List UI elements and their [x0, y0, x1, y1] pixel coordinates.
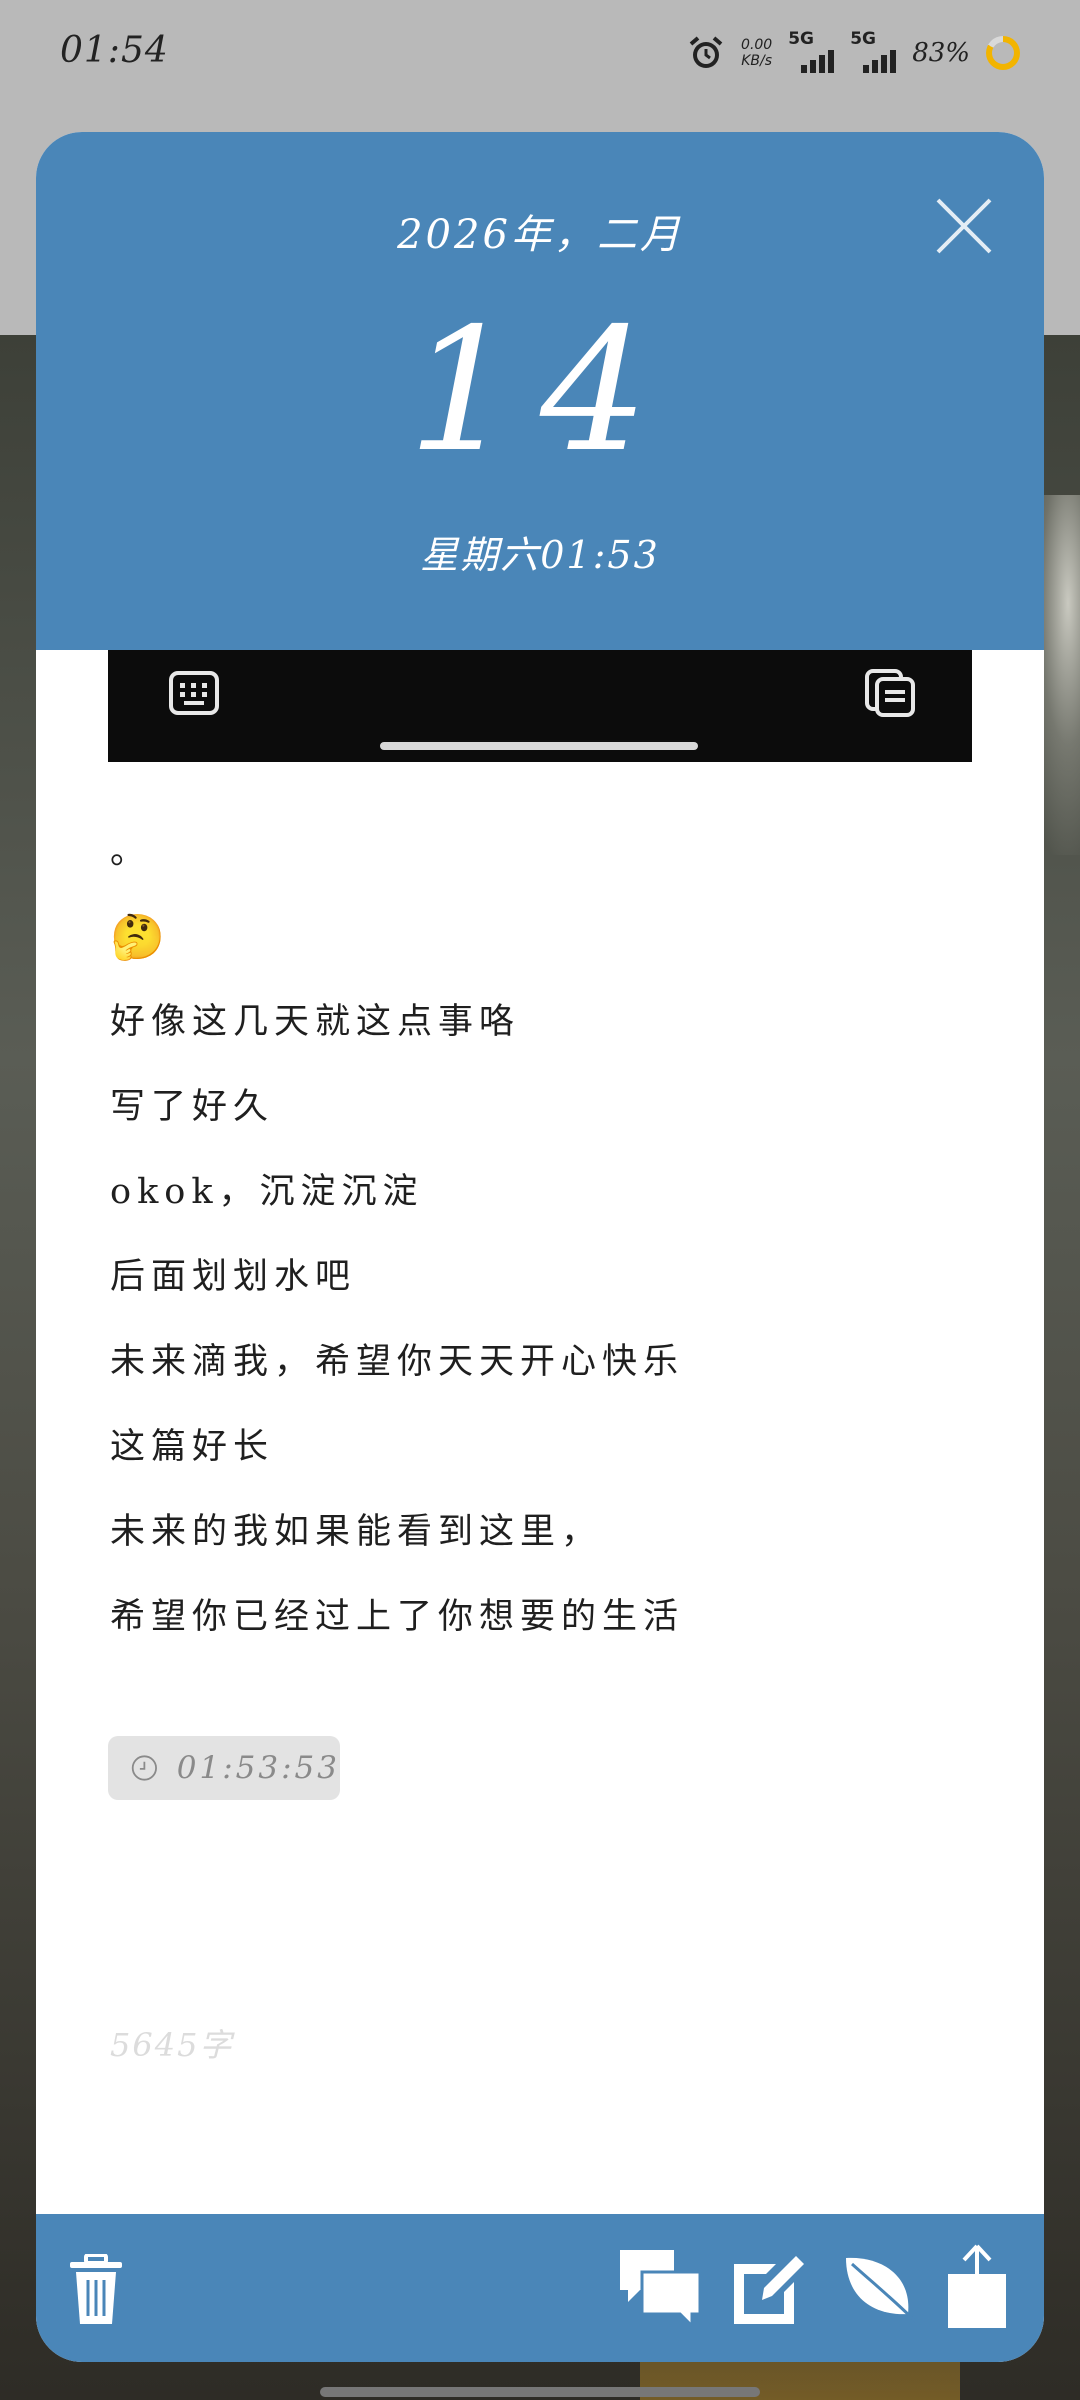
status-time: 01:54	[60, 30, 169, 71]
keyboard-icon	[169, 671, 219, 715]
status-icons: 0.00 KB/s 5G 5G 83%	[687, 28, 1020, 78]
clipboard-icon	[865, 669, 915, 717]
edit-icon[interactable]	[732, 2250, 808, 2326]
entry-line: 好像这几天就这点事咯	[110, 1002, 521, 1042]
day-number: 14	[407, 292, 673, 490]
alarm-icon	[689, 36, 723, 68]
timestamp-text: 01:53:53	[176, 1750, 340, 1786]
share-icon[interactable]	[946, 2244, 1008, 2328]
chat-icon[interactable]	[618, 2248, 702, 2328]
home-indicator	[380, 742, 698, 750]
entry-line: 后面划划水吧	[110, 1257, 357, 1297]
status-bar: 01:54 0.00 KB/s 5G 5G 83%	[0, 0, 1080, 110]
weekday-time: 星期六01:53	[420, 533, 660, 577]
entry-line: 希望你已经过上了你想要的生活	[110, 1597, 685, 1637]
clock-icon	[131, 1755, 157, 1781]
word-count: 5645字	[110, 2026, 234, 2064]
signal-icon: 5G	[850, 29, 897, 73]
network-speed-value: 0.00	[741, 37, 773, 53]
entry-line: 未来滴我，希望你天天开心快乐	[110, 1342, 685, 1382]
signal-icon: 5G	[788, 29, 835, 73]
battery-ring-icon	[986, 36, 1020, 70]
month-title: 2026年，二月	[397, 212, 683, 258]
embedded-screenshot	[108, 650, 972, 762]
bottom-toolbar	[36, 2214, 1044, 2362]
battery-percent: 83%	[912, 38, 970, 68]
close-icon[interactable]	[932, 194, 996, 258]
entry-line: 写了好久	[110, 1087, 275, 1127]
network-speed-unit: KB/s	[741, 53, 773, 69]
sim1-label: 5G	[788, 29, 814, 49]
entry-line: 这篇好长	[110, 1427, 275, 1467]
trash-icon[interactable]	[68, 2254, 124, 2326]
entry-line-emoji: 🤔	[110, 912, 171, 963]
timestamp-chip[interactable]: 01:53:53	[108, 1736, 340, 1800]
date-header: 2026年，二月 14 星期六01:53	[36, 132, 1044, 650]
entry-line: 未来的我如果能看到这里，	[110, 1512, 603, 1552]
diary-card: 2026年，二月 14 星期六01:53 。 🤔 好像这几天就这点事咯 写了好久…	[36, 132, 1044, 2362]
entry-text[interactable]: 。 🤔 好像这几天就这点事咯 写了好久 okok，沉淀沉淀 后面划划水吧 未来滴…	[110, 810, 970, 1660]
leaf-icon[interactable]	[842, 2254, 918, 2324]
navigation-handle[interactable]	[320, 2387, 760, 2397]
entry-line: okok，沉淀沉淀	[110, 1172, 424, 1212]
entry-line: 。	[110, 832, 152, 872]
network-speed: 0.00 KB/s	[741, 37, 772, 69]
sim2-label: 5G	[850, 29, 876, 49]
